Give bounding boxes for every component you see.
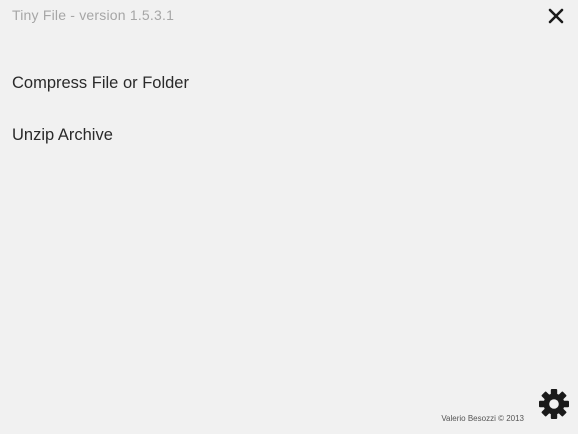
copyright-credit: Valerio Besozzi © 2013	[441, 414, 524, 423]
app-window: Tiny File - version 1.5.3.1 Compress Fil…	[0, 0, 578, 434]
gear-icon	[539, 389, 569, 419]
compress-file-or-folder-button[interactable]: Compress File or Folder	[12, 74, 189, 93]
window-title: Tiny File - version 1.5.3.1	[12, 7, 175, 23]
close-button[interactable]	[542, 2, 570, 30]
settings-button[interactable]	[536, 386, 572, 422]
unzip-archive-button[interactable]: Unzip Archive	[12, 126, 113, 145]
close-icon	[548, 8, 564, 24]
